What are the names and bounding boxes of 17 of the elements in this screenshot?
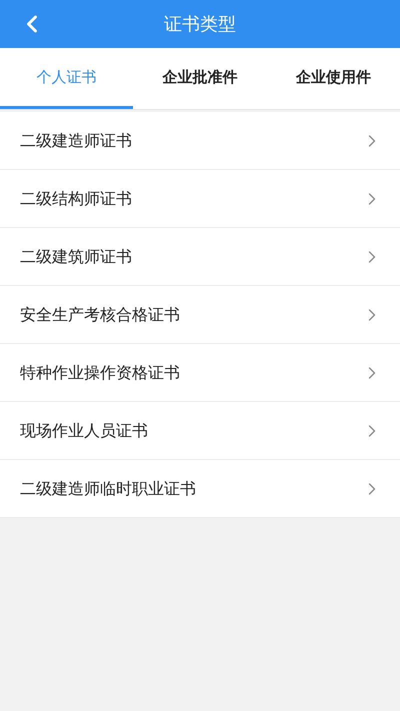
page-title: 证书类型 [164, 12, 236, 36]
item-label: 二级建造师证书 [20, 130, 132, 152]
list-item[interactable]: 二级建筑师证书 [0, 228, 400, 286]
tab[interactable]: 企业使用件 [266, 48, 400, 109]
item-label: 安全生产考核合格证书 [20, 304, 180, 326]
list-item[interactable]: 现场作业人员证书 [0, 402, 400, 460]
tab[interactable]: 企业批准件 [133, 48, 267, 109]
item-label: 二级结构师证书 [20, 188, 132, 210]
list-item[interactable]: 二级结构师证书 [0, 170, 400, 228]
list-item[interactable]: 安全生产考核合格证书 [0, 286, 400, 344]
item-label: 二级建造师临时职业证书 [20, 478, 196, 500]
list-item[interactable]: 特种作业操作资格证书 [0, 344, 400, 402]
list-item[interactable]: 二级建造师临时职业证书 [0, 460, 400, 518]
item-label: 二级建筑师证书 [20, 246, 132, 268]
item-label: 现场作业人员证书 [20, 420, 148, 442]
item-label: 特种作业操作资格证书 [20, 362, 180, 384]
list-item[interactable]: 二级建造师证书 [0, 112, 400, 170]
